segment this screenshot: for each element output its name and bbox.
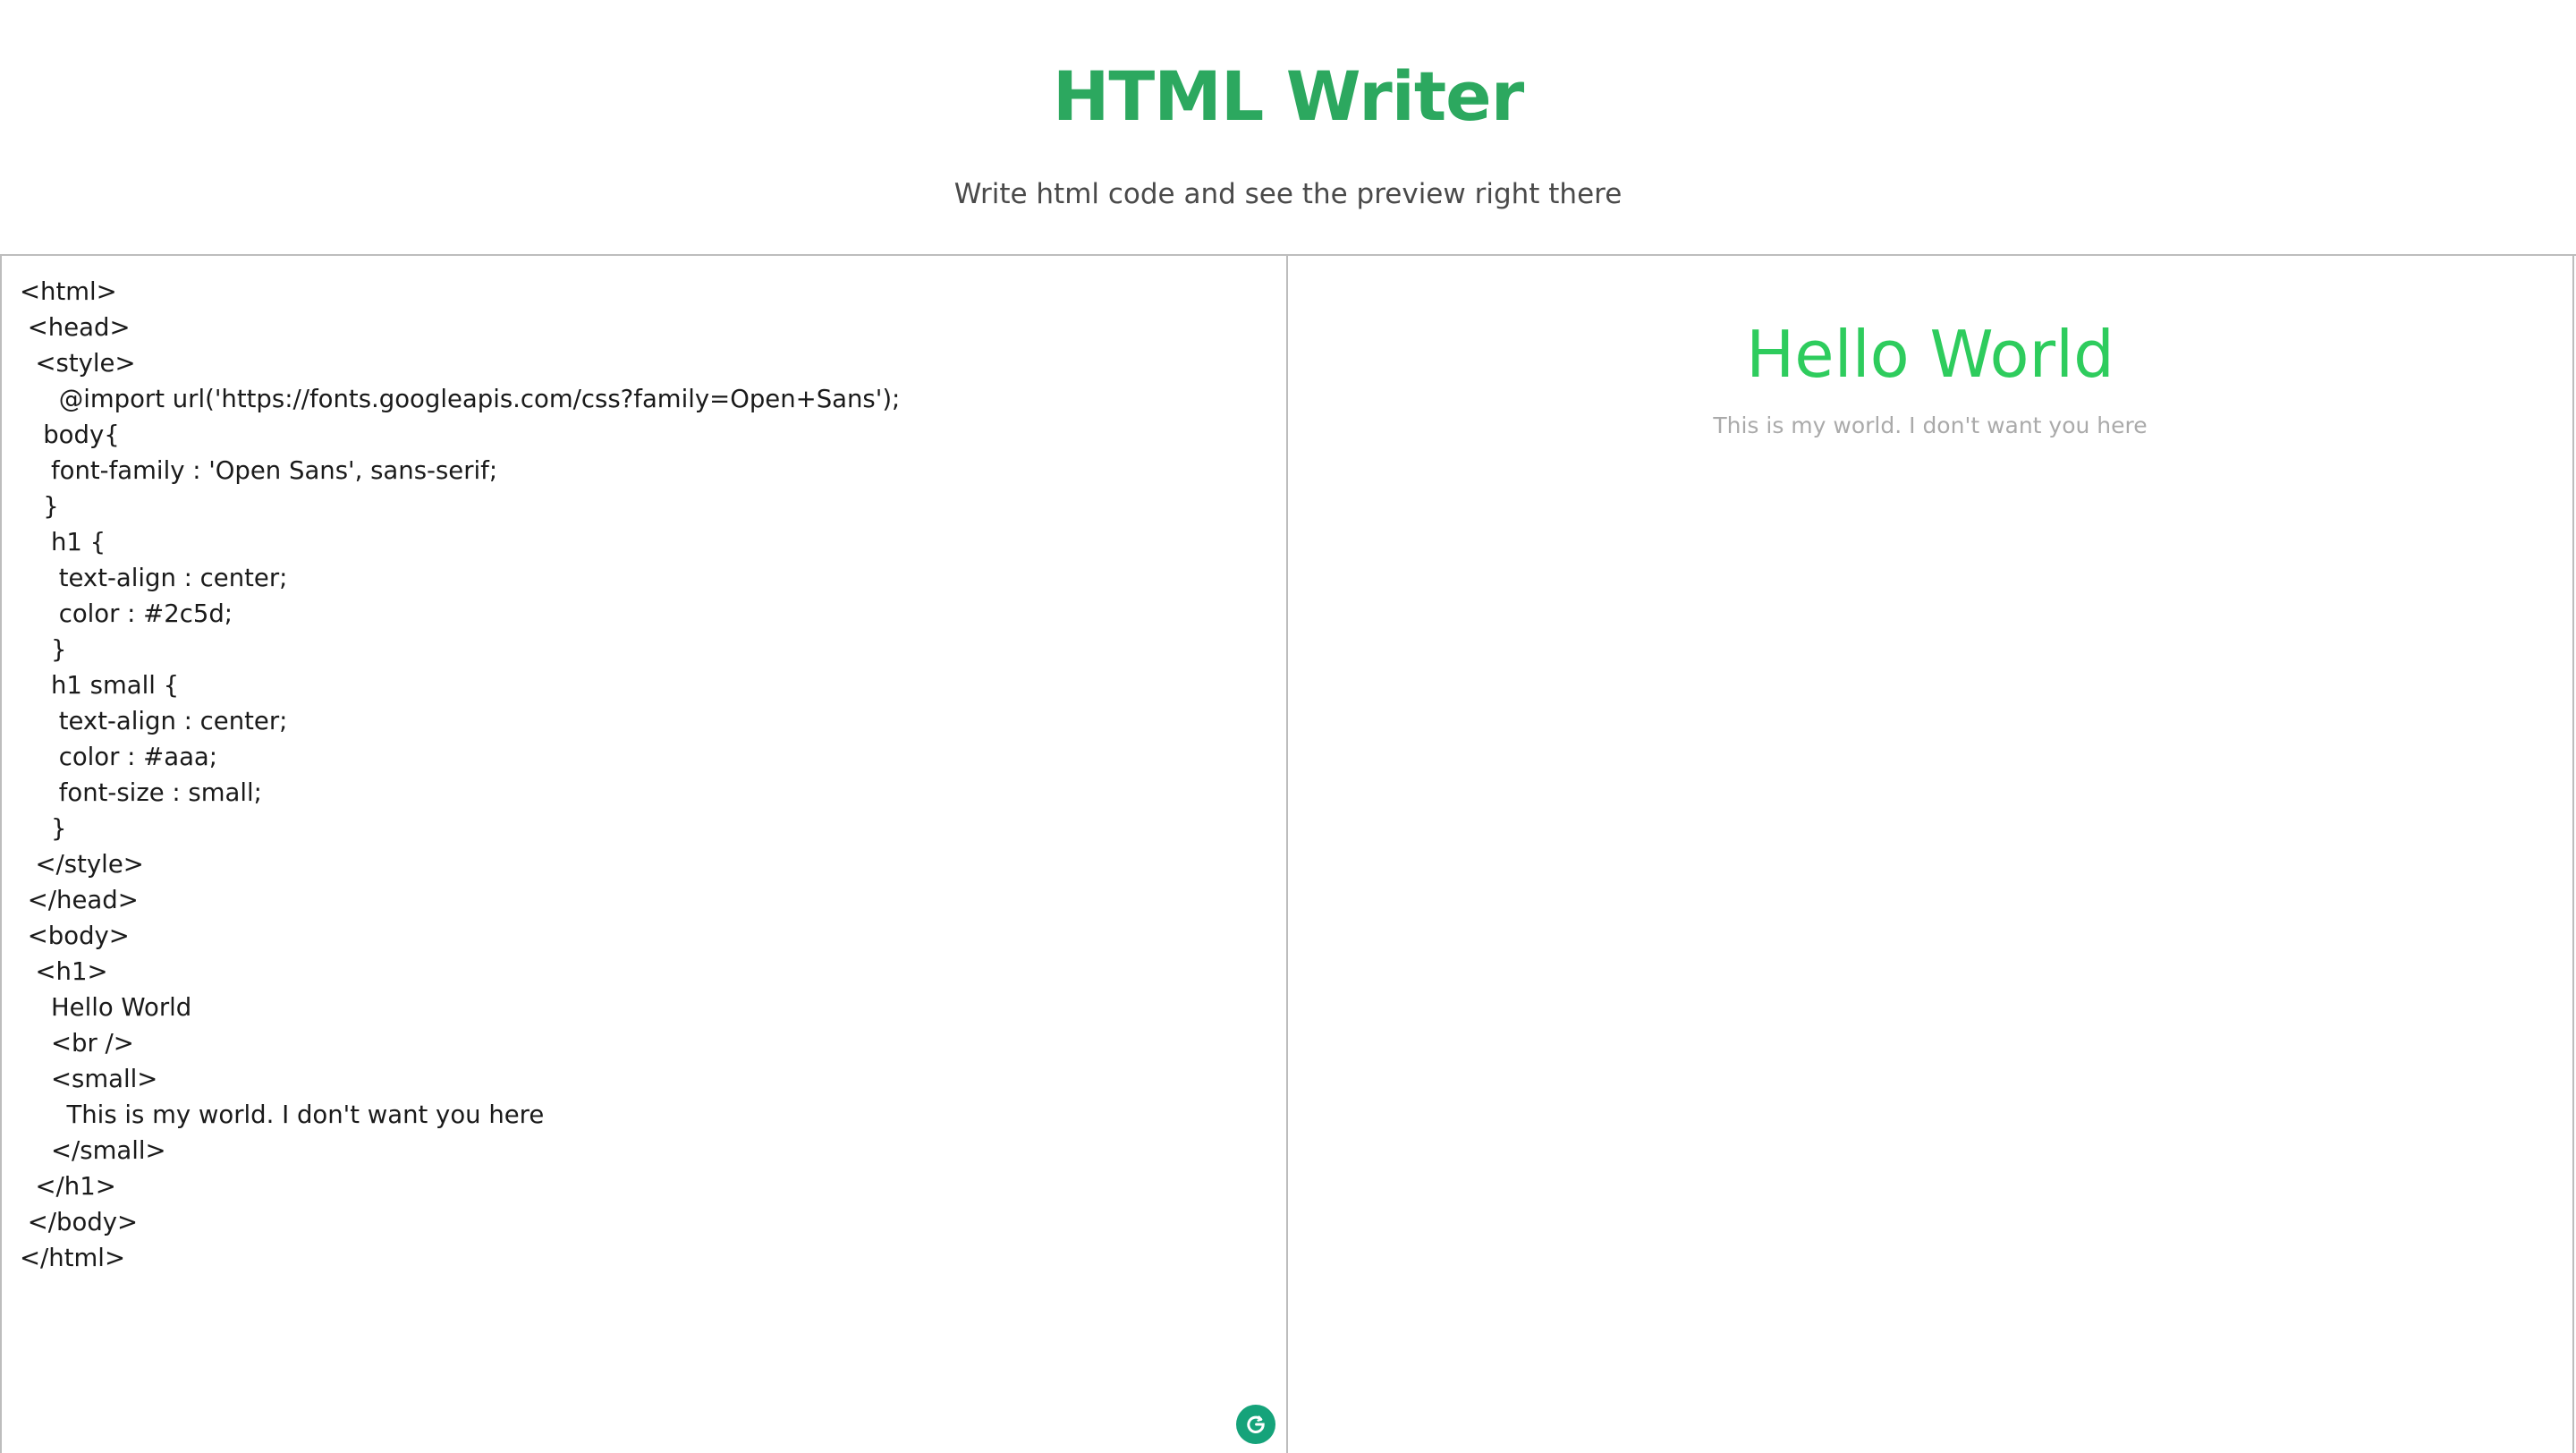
app-subtitle: Write html code and see the preview righ… <box>953 178 1623 210</box>
code-editor-pane[interactable]: <html> <head> <style> @import url('https… <box>0 256 1288 1453</box>
preview-pane: Hello World This is my world. I don't wa… <box>1288 256 2574 1453</box>
preview-heading: Hello World <box>1746 317 2114 392</box>
grammarly-glyph <box>1247 1415 1265 1433</box>
workspace: <html> <head> <style> @import url('https… <box>0 254 2576 1453</box>
app-header: HTML Writer Write html code and see the … <box>0 0 2576 254</box>
app-title: HTML Writer <box>1052 56 1524 136</box>
grammarly-icon[interactable] <box>1236 1405 1275 1444</box>
preview-small-text: This is my world. I don't want you here <box>1713 412 2148 438</box>
code-editor-textarea[interactable]: <html> <head> <style> @import url('https… <box>20 274 1272 1419</box>
